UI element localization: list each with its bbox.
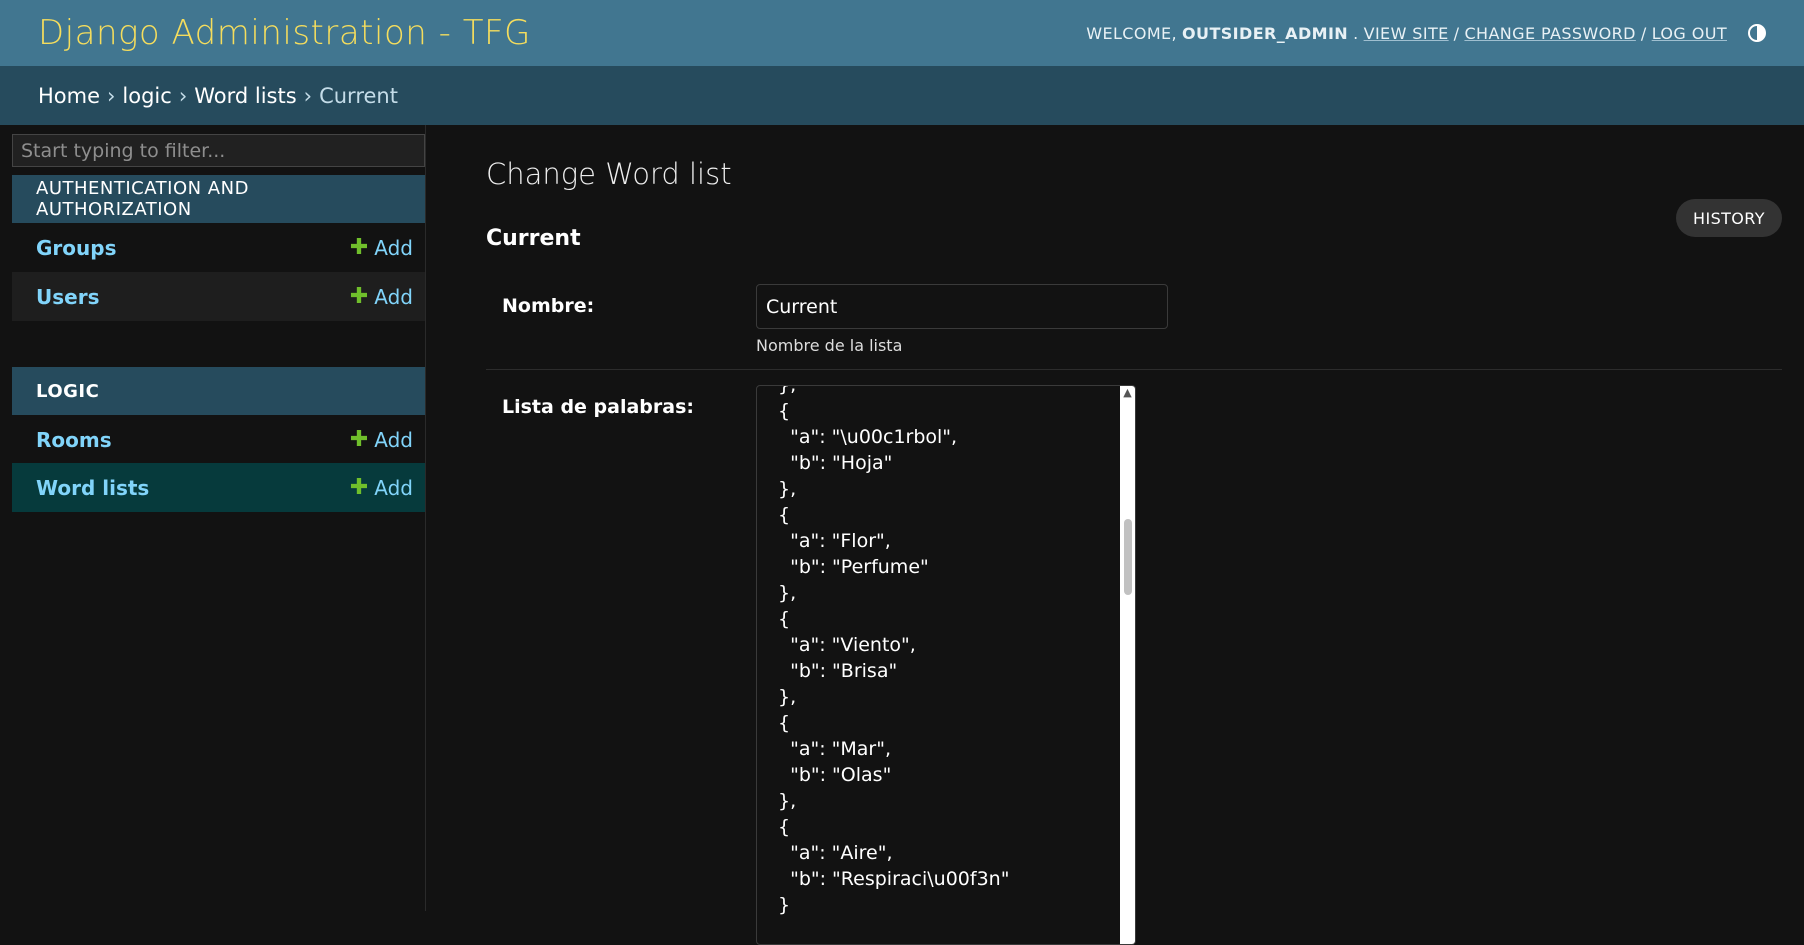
breadcrumb-model[interactable]: Word lists xyxy=(194,84,296,108)
object-title: Current xyxy=(486,226,581,251)
nombre-input[interactable] xyxy=(756,284,1168,329)
add-label: Add xyxy=(374,427,413,452)
view-site-link[interactable]: View site xyxy=(1364,24,1449,43)
sidebar-item-groups: Groups ✚ Add xyxy=(12,223,425,272)
add-label: Add xyxy=(374,284,413,309)
add-user-button[interactable]: ✚ Add xyxy=(350,284,413,309)
history-button[interactable]: History xyxy=(1676,199,1782,237)
header: Django Administration - TFG Welcome, out… xyxy=(0,0,1804,66)
module-caption-logic[interactable]: Logic xyxy=(12,367,425,415)
site-title[interactable]: Django Administration - TFG xyxy=(38,13,531,53)
sidebar-item-label[interactable]: Groups xyxy=(36,236,116,260)
breadcrumb-separator: › xyxy=(178,83,188,108)
separator: / xyxy=(1453,23,1460,43)
add-label: Add xyxy=(374,235,413,260)
plus-icon: ✚ xyxy=(349,284,369,309)
add-word-list-button[interactable]: ✚ Add xyxy=(350,475,413,500)
plus-icon: ✚ xyxy=(349,235,369,260)
breadcrumb: Home › logic › Word lists › Current xyxy=(0,66,1804,125)
sidebar-item-users: Users ✚ Add xyxy=(12,272,425,321)
page-title: Change Word list xyxy=(486,157,732,191)
breadcrumb-app[interactable]: logic xyxy=(122,84,171,108)
main-content: Change Word list History Current Nombre:… xyxy=(486,125,1804,945)
sidebar-item-label[interactable]: Word lists xyxy=(36,476,149,500)
welcome-text: Welcome, xyxy=(1086,23,1178,43)
plus-icon: ✚ xyxy=(349,427,369,452)
lista-textarea[interactable]: }, { "a": "\u00c1rbol", "b": "Hoja" }, {… xyxy=(756,385,1136,945)
sidebar-item-label[interactable]: Rooms xyxy=(36,428,112,452)
breadcrumb-home[interactable]: Home xyxy=(38,84,100,108)
nombre-help-text: Nombre de la lista xyxy=(756,336,903,355)
sidebar-item-rooms: Rooms ✚ Add xyxy=(12,415,425,464)
lista-textarea-content[interactable]: }, { "a": "\u00c1rbol", "b": "Hoja" }, {… xyxy=(778,386,1009,918)
add-label: Add xyxy=(374,475,413,500)
add-room-button[interactable]: ✚ Add xyxy=(350,427,413,452)
sidebar-item-label[interactable]: Users xyxy=(36,285,99,309)
module-caption-auth[interactable]: Authentication and Authorization xyxy=(12,175,425,223)
nombre-label: Nombre: xyxy=(502,295,595,317)
plus-icon: ✚ xyxy=(349,475,369,500)
username: outsider_admin xyxy=(1182,23,1349,43)
contrast-icon[interactable] xyxy=(1748,24,1766,42)
textarea-scrollbar[interactable]: ▲ xyxy=(1120,386,1135,944)
breadcrumb-separator: › xyxy=(303,83,313,108)
separator: / xyxy=(1640,23,1647,43)
scrollbar-thumb[interactable] xyxy=(1124,519,1132,595)
add-group-button[interactable]: ✚ Add xyxy=(350,235,413,260)
breadcrumb-separator: › xyxy=(107,83,116,108)
sidebar-item-word-lists: Word lists ✚ Add xyxy=(12,463,425,512)
user-tools: Welcome, outsider_admin. View site / Cha… xyxy=(1086,24,1766,43)
breadcrumb-current: Current xyxy=(319,83,398,108)
lista-label: Lista de palabras: xyxy=(502,396,695,418)
scroll-up-arrow-icon[interactable]: ▲ xyxy=(1121,386,1134,400)
nav-filter-input[interactable] xyxy=(12,134,425,167)
change-password-link[interactable]: Change password xyxy=(1464,24,1635,43)
nav-sidebar: Authentication and Authorization Groups … xyxy=(12,125,426,911)
divider xyxy=(486,369,1782,370)
log-out-link[interactable]: Log out xyxy=(1652,24,1727,43)
